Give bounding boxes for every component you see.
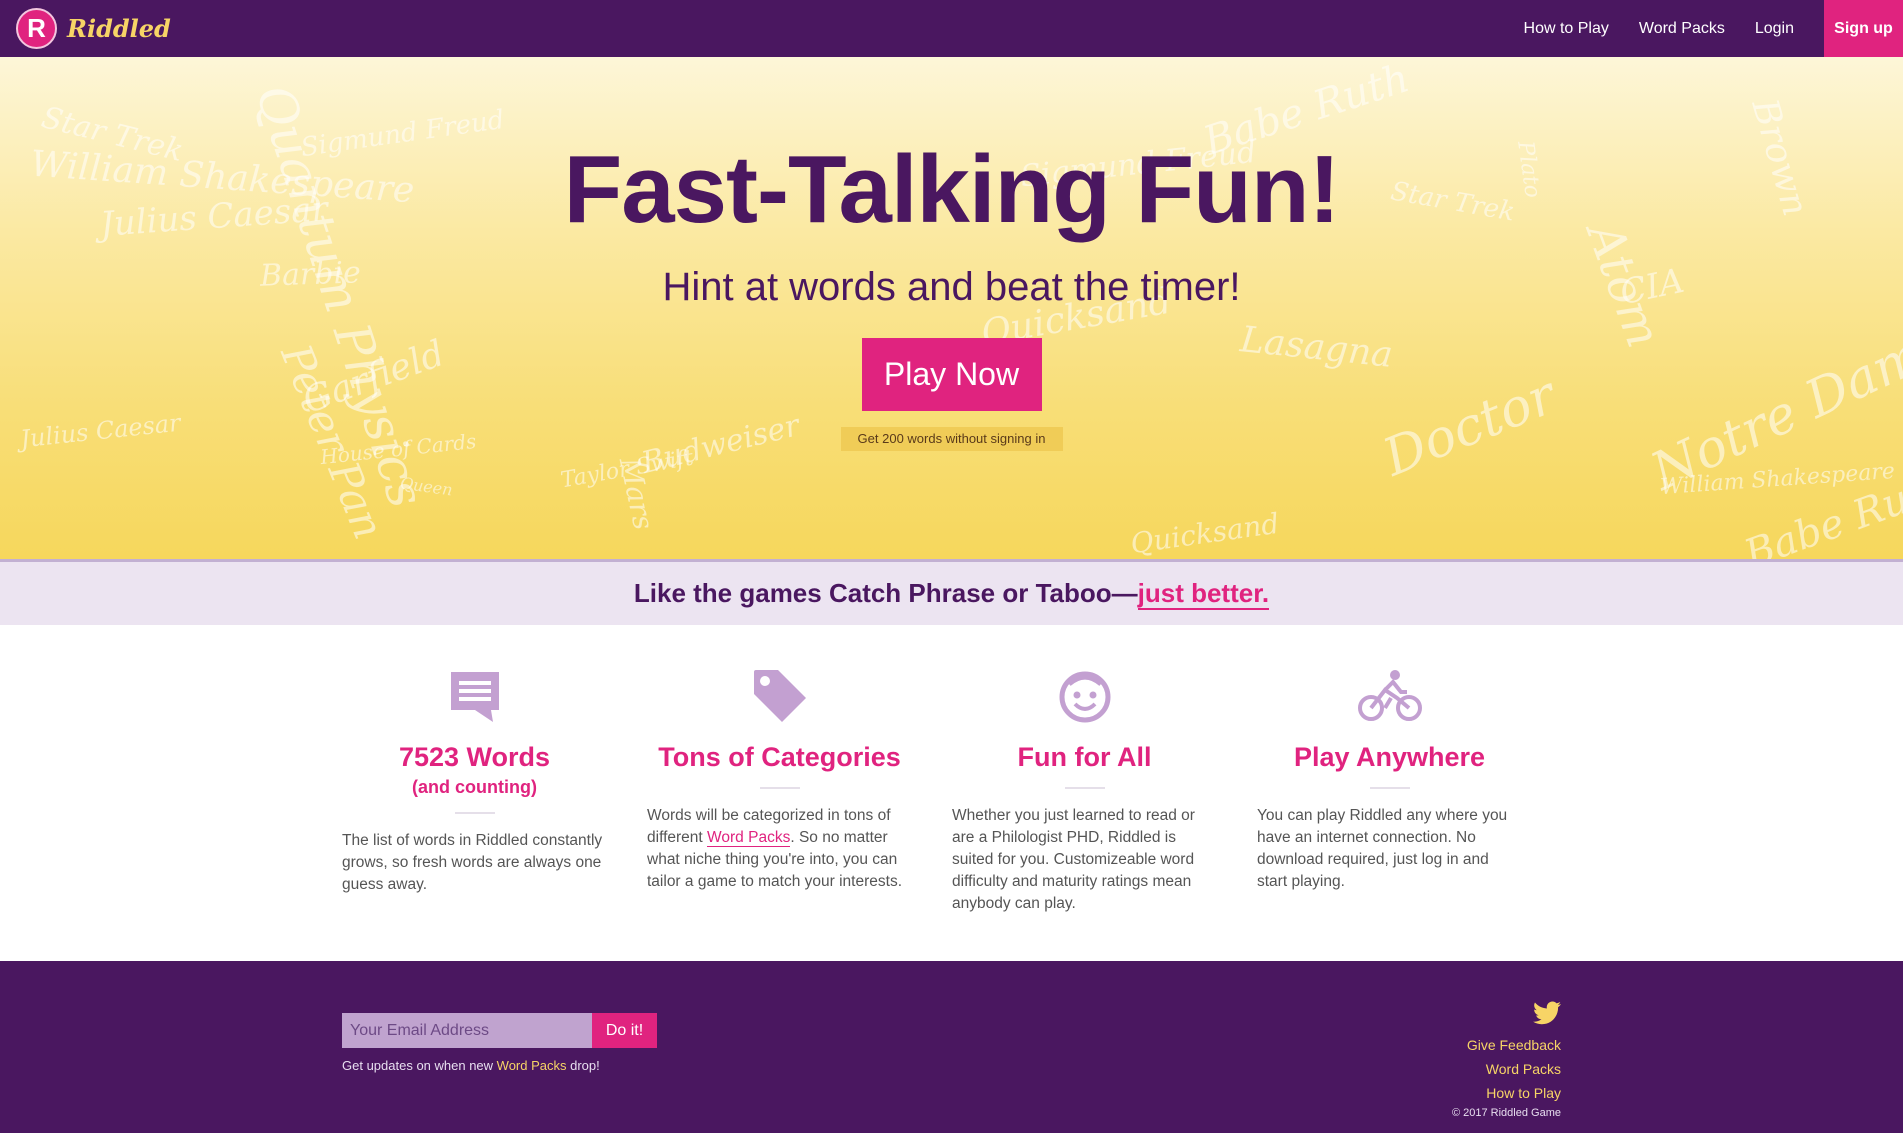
divider (1064, 787, 1105, 789)
footer-link-word-packs[interactable]: Word Packs (1452, 1057, 1561, 1081)
hero-title: Fast-Talking Fun! (563, 136, 1341, 243)
features-row: 7523 Words (and counting) The list of wo… (342, 668, 1562, 915)
hero-content: Fast-Talking Fun! Hint at words and beat… (0, 57, 1903, 451)
word-packs-footer-link[interactable]: Word Packs (497, 1058, 567, 1073)
footer-link-how-to-play[interactable]: How to Play (1452, 1081, 1561, 1105)
footer-link-feedback[interactable]: Give Feedback (1452, 1033, 1561, 1057)
nav-links: How to Play Word Packs Login Sign up (1524, 0, 1903, 57)
smiley-icon (952, 668, 1217, 728)
twitter-icon[interactable] (1452, 1001, 1561, 1025)
footer-links: Give Feedback Word Packs How to Play © 2… (1452, 1001, 1561, 1119)
footer: Do it! Get updates on when new Word Pack… (0, 961, 1903, 1133)
play-now-button[interactable]: Play Now (861, 337, 1042, 411)
tagline-link[interactable]: just better. (1137, 578, 1270, 610)
newsletter-note: Get updates on when new Word Packs drop! (342, 1058, 657, 1073)
feature-title: Play Anywhere (1293, 742, 1486, 772)
word-packs-link[interactable]: Word Packs (707, 829, 791, 847)
divider (1369, 787, 1410, 789)
feature-desc: Whether you just learned to read or are … (952, 807, 1195, 912)
tag-icon (647, 668, 912, 728)
comment-icon (342, 668, 607, 728)
tagline-main: Like the games Catch Phrase or Taboo— (633, 578, 1138, 608)
brand-name: Riddled (67, 14, 171, 43)
feature-words: 7523 Words (and counting) The list of wo… (342, 668, 647, 915)
feature-subtitle: (and counting) (412, 777, 537, 797)
bicycle-icon (1257, 668, 1522, 728)
signup-button[interactable]: Sign up (1824, 0, 1903, 57)
feature-desc: Words will be categorized in tons of dif… (647, 805, 912, 893)
feature-desc: The list of words in Riddled constantly … (342, 832, 603, 893)
copyright: © 2017 Riddled Game (1451, 1107, 1561, 1119)
feature-title: 7523 Words (398, 742, 551, 772)
feature-play-anywhere: Play Anywhere You can play Riddled any w… (1257, 668, 1562, 915)
brand-logo[interactable]: R Riddled (16, 8, 171, 49)
divider (454, 812, 495, 814)
feature-title: Tons of Categories (658, 742, 901, 772)
hero-section: Sigmund Freud Star Trek William Shakespear… (0, 57, 1903, 559)
navbar: R Riddled How to Play Word Packs Login S… (0, 0, 1903, 57)
newsletter-form: Do it! Get updates on when new Word Pack… (342, 1013, 657, 1073)
email-input[interactable] (342, 1013, 592, 1048)
feature-title: Fun for All (1017, 742, 1152, 772)
hero-subtitle: Hint at words and beat the timer! (662, 264, 1241, 309)
nav-login[interactable]: Login (1755, 20, 1794, 38)
logo-badge: R (16, 8, 57, 49)
email-row: Do it! (342, 1013, 657, 1048)
tagline-strip: Like the games Catch Phrase or Taboo—jus… (0, 559, 1903, 625)
nav-how-to-play[interactable]: How to Play (1524, 20, 1609, 38)
note-text: Get updates on when new (342, 1058, 497, 1073)
nav-word-packs[interactable]: Word Packs (1639, 20, 1725, 38)
divider (759, 787, 800, 789)
feature-fun-for-all: Fun for All Whether you just learned to … (952, 668, 1257, 915)
note-text: drop! (566, 1058, 600, 1073)
background-word: Quicksand (1128, 506, 1282, 559)
feature-desc: You can play Riddled any where you have … (1257, 807, 1508, 890)
tagline-text: Like the games Catch Phrase or Taboo—jus… (633, 578, 1270, 610)
subscribe-button[interactable]: Do it! (592, 1013, 657, 1048)
play-note: Get 200 words without signing in (840, 426, 1063, 451)
feature-categories: Tons of Categories Words will be categor… (647, 668, 952, 915)
